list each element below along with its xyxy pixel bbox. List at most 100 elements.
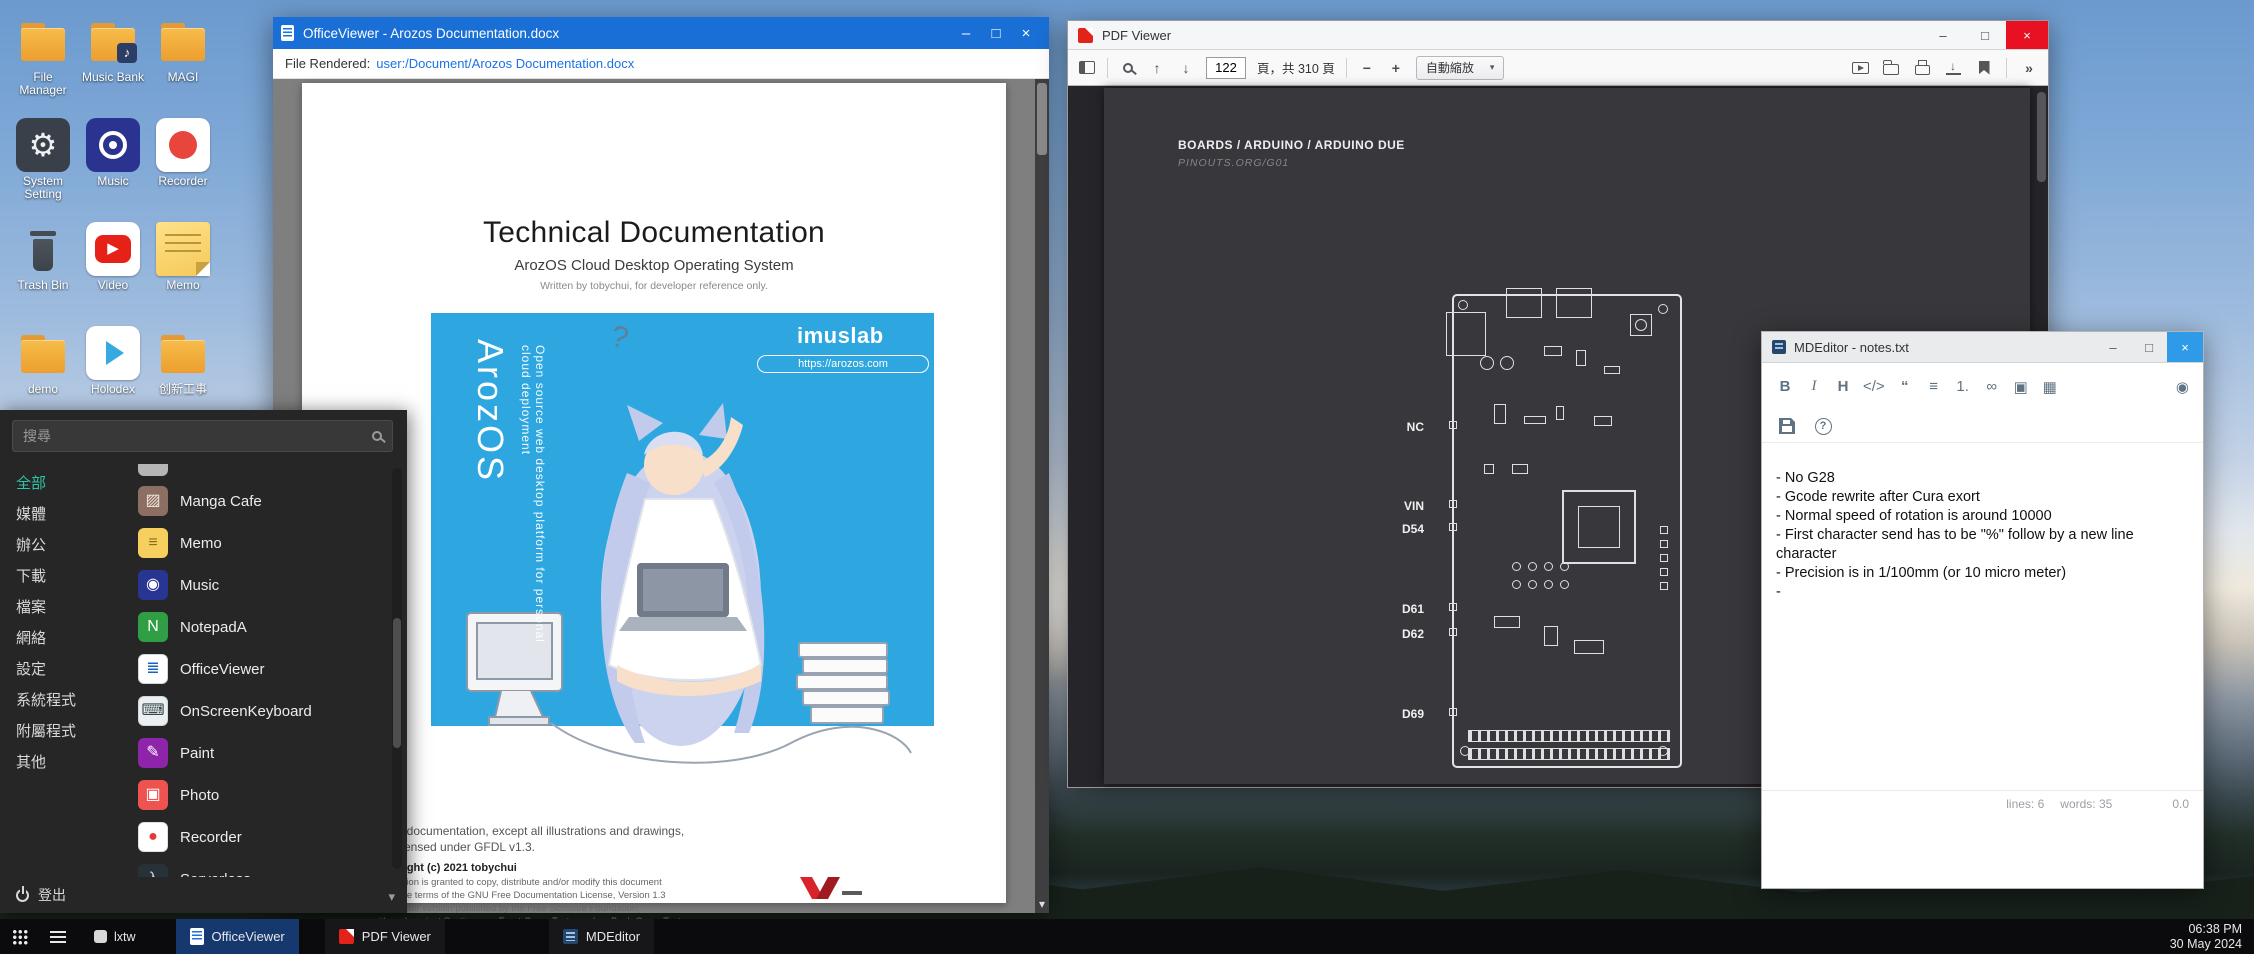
tools-icon[interactable]: » [2020,56,2038,80]
maximize-button[interactable]: □ [1964,21,2006,49]
app-icon [16,222,70,276]
desktop-icon-file-manager[interactable]: File Manager [10,14,76,118]
pin-label: D61 [1344,601,1424,617]
brand-text: imuslab [797,323,884,349]
menu-app-memo[interactable]: ≡ Memo [128,522,407,564]
mdeditor-titlebar[interactable]: MDEditor - notes.txt – □ × [1762,332,2203,363]
menu-app-music[interactable]: ◉ Music [128,564,407,606]
page-number-input[interactable] [1206,57,1246,79]
taskbar-clock[interactable]: 06:38 PM 30 May 2024 [2170,922,2242,952]
start-menu-category[interactable]: 全部 [0,468,128,499]
icon-glyph: ◉ [2176,378,2189,396]
start-menu-category[interactable]: 附屬程式 [0,716,128,747]
pdf-titlebar[interactable]: PDF Viewer – □ × [1068,21,2048,50]
editor-textarea[interactable]: - No G28- Gcode rewrite after Cura exort… [1762,443,2203,790]
image-icon[interactable]: ▣ [2008,374,2034,400]
next-page-icon[interactable]: ↓ [1177,56,1195,80]
scrollbar-thumb[interactable] [393,618,401,748]
menu-app-onscreenkeyboard[interactable]: ⌨ OnScreenKeyboard [128,690,407,732]
start-menu-category[interactable]: 辦公 [0,530,128,561]
file-path-link[interactable]: user:/Document/Arozos Documentation.docx [376,56,634,71]
desktop-icon-system-setting[interactable]: ⚙ System Setting [10,118,76,222]
close-button[interactable]: × [2006,21,2048,49]
footer-line: Copyright (c) 2021 tobychui [372,861,688,876]
unordered-list-icon[interactable]: ≡ [1921,374,1947,400]
start-menu-category[interactable]: 檔案 [0,592,128,623]
minimize-button[interactable]: – [1922,21,1964,49]
scrollbar-thumb[interactable] [1037,83,1047,155]
close-button[interactable]: × [2167,332,2203,362]
menu-scrollbar[interactable] [392,468,402,869]
document-scrollbar[interactable]: ▾ [1035,79,1049,913]
start-menu-category[interactable]: 設定 [0,654,128,685]
app-grid-icon[interactable] [12,929,28,945]
heading-icon[interactable]: H [1830,374,1856,400]
bold-icon[interactable]: B [1772,374,1798,400]
desktop-icon-magi[interactable]: MAGI [150,14,216,118]
ordered-list-icon[interactable]: 1. [1950,374,1976,400]
previous-page-icon[interactable]: ↑ [1148,56,1166,80]
desktop-icon-music[interactable]: Music [80,118,146,222]
zoom-out-icon[interactable]: − [1358,56,1376,80]
app-icon: ✎ [138,738,168,768]
taskbar-item-mdeditor[interactable]: MDEditor [549,919,654,954]
quote-icon[interactable]: “ [1892,374,1918,400]
menu-app-notepada[interactable]: N NotepadA [128,606,407,648]
officeviewer-titlebar[interactable]: OfficeViewer - Arozos Documentation.docx… [273,17,1049,49]
link-icon[interactable]: ∞ [1979,374,2005,400]
start-menu-category[interactable]: 其他 [0,747,128,778]
italic-icon[interactable]: I [1801,374,1827,400]
search-icon[interactable] [372,431,382,441]
start-menu-category[interactable]: 系統程式 [0,685,128,716]
preview-icon[interactable]: ◉ [2167,374,2193,400]
open-file-icon[interactable] [1882,56,1900,80]
save-icon[interactable] [1774,413,1800,439]
toolbar-divider [2006,58,2007,78]
bookmark-icon[interactable] [1975,56,1993,80]
desktop-icon-trash-bin[interactable]: Trash Bin [10,222,76,326]
desktop-icon-video[interactable]: ▶ Video [80,222,146,326]
file-rendered-label: File Rendered: [285,56,370,71]
menu-app-manga-cafe[interactable]: ▨ Manga Cafe [128,480,407,522]
maximize-button[interactable]: □ [981,25,1011,42]
taskbar-item-officeviewer[interactable]: OfficeViewer [176,919,299,954]
start-menu-category[interactable]: 下載 [0,561,128,592]
desktop-icon-recorder[interactable]: Recorder [150,118,216,222]
menu-app-photo[interactable]: ▣ Photo [128,774,407,816]
sidebar-toggle-icon[interactable] [1078,56,1096,80]
chevron-down-icon[interactable]: ▾ [388,889,395,905]
taskbar-item-pdf-viewer[interactable]: PDF Viewer [325,919,445,954]
minimize-button[interactable]: – [951,25,981,42]
menu-app-paint[interactable]: ✎ Paint [128,732,407,774]
minimize-button[interactable]: – [2095,332,2131,362]
close-button[interactable]: × [1011,25,1041,42]
taskbar-host-item[interactable]: lxtw [94,930,136,944]
icon-glyph: ● [148,829,158,845]
menu-app-serverless[interactable]: λ Serverless [128,858,407,877]
search-icon[interactable] [1119,56,1137,80]
scrollbar-thumb[interactable] [2037,92,2046,182]
print-icon[interactable] [1913,56,1931,80]
menu-app-officeviewer[interactable]: ≣ OfficeViewer [128,648,407,690]
menu-icon[interactable] [50,931,66,943]
search-box[interactable] [12,420,393,452]
table-icon[interactable]: ▦ [2037,374,2063,400]
maximize-button[interactable]: □ [2131,332,2167,362]
help-icon[interactable]: ? [1810,413,1836,439]
taskbar-item-label: MDEditor [586,929,640,944]
start-menu-category[interactable]: 媒體 [0,499,128,530]
start-menu-category[interactable]: 網絡 [0,623,128,654]
app-list[interactable]: ▨ Manga Cafe ≡ Memo ◉ Music N NotepadA ≣… [128,462,407,877]
desktop-icon-memo[interactable]: Memo [150,222,216,326]
presentation-mode-icon[interactable] [1851,56,1869,80]
code-icon[interactable]: </> [1859,374,1889,400]
scroll-down-icon[interactable]: ▾ [1035,897,1049,911]
zoom-in-icon[interactable]: + [1387,56,1405,80]
desktop-icon-music-bank[interactable]: ♪ Music Bank [80,14,146,118]
icon-glyph: “ [1901,378,1909,395]
logout-button[interactable]: 登出 [0,877,407,913]
search-input[interactable] [23,428,372,444]
zoom-select[interactable]: 自動縮放 ▾ [1416,56,1505,80]
menu-app-recorder[interactable]: ● Recorder [128,816,407,858]
download-icon[interactable]: ↓ [1944,56,1962,80]
